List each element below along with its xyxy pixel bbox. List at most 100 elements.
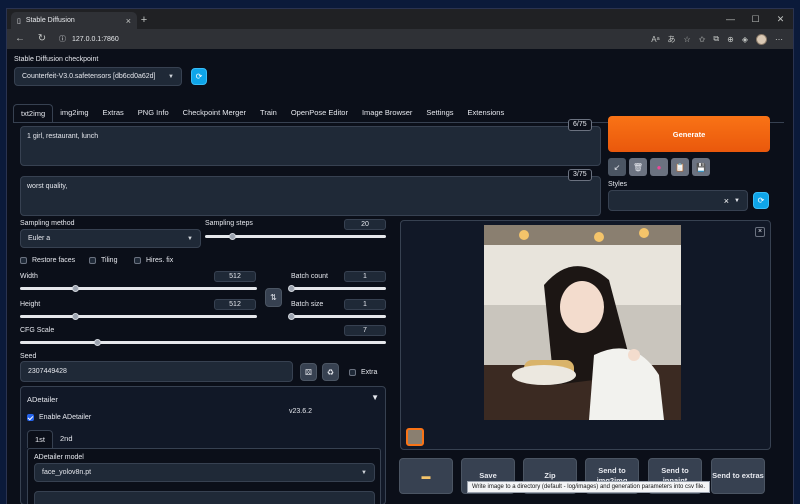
read-params-button[interactable]: ↙ bbox=[608, 158, 626, 176]
gallery-thumbnail[interactable] bbox=[406, 428, 424, 446]
slider-thumb[interactable] bbox=[93, 339, 101, 346]
extensions-icon[interactable]: ⊕ bbox=[727, 35, 734, 44]
negative-prompt-input[interactable]: worst quality, bbox=[20, 176, 601, 216]
tab-openpose-editor[interactable]: OpenPose Editor bbox=[284, 104, 355, 122]
clear-prompt-button[interactable]: 🗑 bbox=[629, 158, 647, 176]
checkbox-box[interactable] bbox=[27, 414, 34, 421]
prompt-input[interactable]: 1 girl, restaurant, lunch bbox=[20, 126, 601, 166]
checkpoint-select[interactable]: Counterfeit-V3.0.safetensors [db6cd0a62d… bbox=[14, 67, 182, 86]
refresh-styles-button[interactable]: ⟳ bbox=[753, 192, 769, 209]
tab-extras[interactable]: Extras bbox=[96, 104, 131, 122]
slider-thumb[interactable] bbox=[229, 233, 237, 240]
send-to-extras-button[interactable]: Send to extras bbox=[711, 458, 765, 494]
slider-thumb[interactable] bbox=[288, 285, 295, 292]
show-extra-networks-button[interactable]: ● bbox=[650, 158, 668, 176]
apply-style-button[interactable]: 📋 bbox=[671, 158, 689, 176]
batch-count-slider[interactable] bbox=[288, 285, 386, 292]
styles-select[interactable]: × ▼ bbox=[608, 190, 748, 211]
generate-button[interactable]: Generate bbox=[608, 116, 770, 152]
back-icon[interactable]: ← bbox=[11, 30, 29, 48]
more-icon[interactable]: ⋯ bbox=[775, 35, 783, 44]
tab-checkpoint-merger[interactable]: Checkpoint Merger bbox=[176, 104, 253, 122]
favorite-icon[interactable]: ☆ bbox=[684, 35, 691, 44]
translate-icon[interactable]: あ bbox=[668, 34, 676, 45]
maximize-button[interactable]: ☐ bbox=[743, 9, 768, 29]
cfg-scale-slider[interactable] bbox=[20, 339, 386, 346]
prompt-token-counter: 6/75 bbox=[568, 119, 592, 131]
batch-count-input[interactable]: 1 bbox=[344, 271, 386, 282]
url-field[interactable]: 127.0.0.1:7860 bbox=[72, 36, 119, 43]
seed-input[interactable]: 2307449428 bbox=[20, 361, 293, 382]
swap-icon: ⇅ bbox=[270, 293, 277, 302]
adetailer-next-field[interactable] bbox=[34, 491, 375, 504]
hires-fix-checkbox[interactable]: Hires. fix bbox=[134, 257, 173, 264]
restore-faces-checkbox[interactable]: Restore faces bbox=[20, 257, 75, 264]
close-window-button[interactable]: ✕ bbox=[768, 9, 793, 29]
height-input[interactable]: 512 bbox=[214, 299, 256, 310]
minimize-button[interactable]: — bbox=[718, 9, 743, 29]
sampling-steps-input[interactable]: 20 bbox=[344, 219, 386, 230]
security-icon[interactable]: ◈ bbox=[742, 35, 748, 44]
save-style-button[interactable]: 💾 bbox=[692, 158, 710, 176]
height-label: Height bbox=[20, 301, 41, 308]
checkbox-box[interactable] bbox=[134, 257, 141, 264]
close-icon[interactable]: × bbox=[755, 227, 765, 237]
address-bar-row: ← ↻ ⓘ 127.0.0.1:7860 Aᵃ あ ☆ ✩ ⧉ ⊕ ◈ ⋯ bbox=[7, 29, 793, 49]
refresh-checkpoint-button[interactable]: ⟳ bbox=[191, 68, 207, 85]
checkbox-box[interactable] bbox=[20, 257, 27, 264]
width-slider[interactable] bbox=[20, 285, 257, 292]
extra-seed-checkbox[interactable]: Extra bbox=[349, 369, 377, 376]
read-aloud-icon[interactable]: Aᵃ bbox=[651, 35, 659, 44]
browser-window: ▯ Stable Diffusion × + — ☐ ✕ ← ↻ ⓘ 127.0… bbox=[6, 8, 794, 504]
sampling-steps-slider[interactable] bbox=[205, 233, 386, 240]
browser-tab-title: Stable Diffusion bbox=[25, 17, 75, 24]
slider-thumb[interactable] bbox=[288, 313, 295, 320]
adetailer-tab-panel: ADetailer model face_yolov8n.pt ▼ bbox=[27, 448, 381, 504]
swap-dimensions-button[interactable]: ⇅ bbox=[265, 288, 282, 307]
reload-icon[interactable]: ↻ bbox=[33, 30, 51, 48]
folder-icon: ▬ bbox=[421, 471, 431, 481]
adetailer-model-select[interactable]: face_yolov8n.pt ▼ bbox=[34, 463, 375, 482]
tab-train[interactable]: Train bbox=[253, 104, 284, 122]
tab-settings[interactable]: Settings bbox=[419, 104, 460, 122]
cfg-scale-input[interactable]: 7 bbox=[344, 325, 386, 336]
checkbox-box[interactable] bbox=[349, 369, 356, 376]
chevron-down-icon: ▼ bbox=[361, 469, 367, 476]
close-tab-icon[interactable]: × bbox=[126, 16, 131, 26]
generated-image[interactable] bbox=[484, 225, 681, 420]
width-input[interactable]: 512 bbox=[214, 271, 256, 282]
clear-styles-icon[interactable]: × bbox=[724, 196, 729, 206]
recycle-icon: ♻ bbox=[326, 367, 335, 377]
dice-icon: ⚄ bbox=[305, 367, 312, 377]
main-tabs: txt2img img2img Extras PNG Info Checkpoi… bbox=[13, 104, 511, 122]
collections-icon[interactable]: ⧉ bbox=[713, 34, 719, 44]
tab-adetailer-1st[interactable]: 1st bbox=[27, 430, 54, 448]
sampling-method-select[interactable]: Euler a ▼ bbox=[20, 229, 201, 248]
new-tab-button[interactable]: + bbox=[137, 13, 151, 27]
tab-txt2img[interactable]: txt2img bbox=[13, 104, 54, 122]
browser-tab[interactable]: ▯ Stable Diffusion × bbox=[11, 12, 137, 29]
tab-png-info[interactable]: PNG Info bbox=[131, 104, 176, 122]
collapse-icon[interactable]: ▼ bbox=[371, 393, 379, 402]
info-icon[interactable]: ⓘ bbox=[59, 34, 66, 44]
batch-size-slider[interactable] bbox=[288, 313, 386, 320]
tiling-checkbox[interactable]: Tiling bbox=[89, 257, 117, 264]
clipboard-icon: 📋 bbox=[675, 162, 685, 172]
checkbox-box[interactable] bbox=[89, 257, 96, 264]
tab-extensions[interactable]: Extensions bbox=[461, 104, 512, 122]
favorites-icon[interactable]: ✩ bbox=[699, 35, 706, 44]
height-slider[interactable] bbox=[20, 313, 257, 320]
tab-adetailer-2nd[interactable]: 2nd bbox=[53, 430, 80, 448]
random-seed-button[interactable]: ⚄ bbox=[300, 363, 317, 381]
open-folder-button[interactable]: ▬ bbox=[399, 458, 453, 494]
slider-thumb[interactable] bbox=[71, 313, 79, 320]
batch-size-input[interactable]: 1 bbox=[344, 299, 386, 310]
tab-image-browser[interactable]: Image Browser bbox=[355, 104, 419, 122]
reuse-seed-button[interactable]: ♻ bbox=[322, 363, 339, 381]
batch-size-label: Batch size bbox=[291, 301, 324, 308]
tab-img2img[interactable]: img2img bbox=[53, 104, 95, 122]
slider-thumb[interactable] bbox=[71, 285, 79, 292]
avatar[interactable] bbox=[756, 33, 767, 45]
enable-adetailer-checkbox[interactable]: Enable ADetailer bbox=[27, 414, 91, 421]
extra-networks-icon: ● bbox=[656, 162, 662, 172]
